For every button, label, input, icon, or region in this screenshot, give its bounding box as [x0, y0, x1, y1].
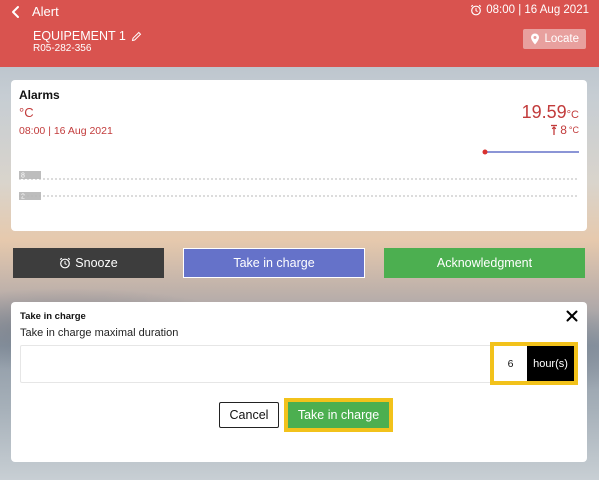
take-in-charge-label: Take in charge — [233, 256, 315, 270]
equipment-name-text: EQUIPEMENT 1 — [33, 29, 126, 43]
locate-button[interactable]: Locate — [523, 29, 586, 49]
temperature-unit: °C — [566, 109, 579, 121]
header-time-text: 08:00 | 16 Aug 2021 — [486, 4, 589, 16]
snooze-button[interactable]: Snooze — [13, 248, 164, 278]
cancel-button[interactable]: Cancel — [219, 402, 279, 428]
chart-value-point — [482, 149, 488, 155]
take-in-charge-button[interactable]: Take in charge — [183, 248, 365, 278]
temperature-value: 19.59°C — [522, 102, 579, 123]
alarms-title: Alarms — [19, 88, 60, 102]
take-in-charge-panel: Take in charge Take in charge maximal du… — [11, 302, 587, 462]
confirm-take-in-charge-button[interactable]: Take in charge — [288, 402, 389, 428]
alarm-clock-icon — [60, 257, 71, 269]
pencil-icon[interactable] — [131, 31, 142, 42]
alarm-card[interactable]: Alarms °C 08:00 | 16 Aug 2021 19.59°C 8 °… — [11, 80, 587, 231]
alarm-unit: °C — [19, 105, 34, 120]
temperature-number: 19.59 — [521, 102, 567, 122]
duration-unit: hour(s) — [527, 346, 574, 381]
chevron-left-icon[interactable] — [9, 5, 23, 19]
threshold-number: 8 — [560, 123, 567, 137]
close-icon[interactable] — [566, 310, 578, 322]
acknowledgment-button[interactable]: Acknowledgment — [384, 248, 585, 278]
chart-label-8: 8 — [21, 173, 25, 180]
alarm-date: 08:00 | 16 Aug 2021 — [19, 125, 113, 137]
equipment-name: EQUIPEMENT 1 — [33, 29, 142, 43]
threshold-up-icon — [551, 124, 558, 135]
alarm-chart: 8 2 — [19, 149, 579, 201]
alarm-clock-icon — [471, 4, 482, 16]
locate-label: Locate — [544, 33, 579, 45]
duration-input[interactable] — [494, 346, 527, 381]
panel-title: Take in charge — [20, 311, 86, 322]
duration-label: Take in charge maximal duration — [20, 327, 179, 339]
equipment-code: R05-282-356 — [33, 43, 92, 54]
acknowledgment-label: Acknowledgment — [436, 256, 533, 270]
threshold-unit: °C — [568, 125, 579, 135]
duration-input-highlight: hour(s) — [490, 342, 578, 385]
threshold-value: 8 °C — [550, 123, 579, 137]
snooze-label: Snooze — [75, 256, 118, 270]
header-time: 08:00 | 16 Aug 2021 — [470, 4, 589, 16]
chart-label-2: 2 — [21, 194, 25, 201]
page-title: Alert — [32, 4, 59, 19]
app-header: Alert 08:00 | 16 Aug 2021 EQUIPEMENT 1 R… — [0, 0, 599, 67]
map-pin-icon — [531, 33, 540, 45]
confirm-highlight: Take in charge — [284, 398, 393, 432]
